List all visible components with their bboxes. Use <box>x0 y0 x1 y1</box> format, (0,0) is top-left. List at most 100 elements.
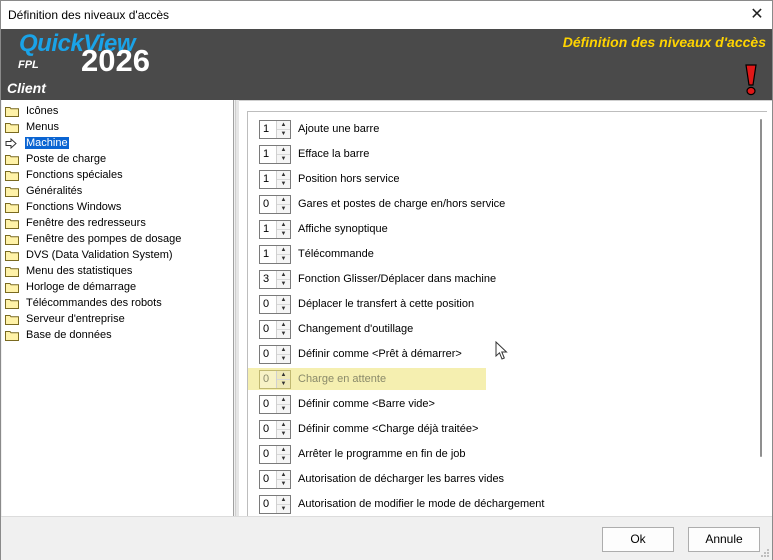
spin-up-icon[interactable]: ▲ <box>277 346 290 354</box>
resize-grip-icon[interactable] <box>760 548 770 558</box>
spinner-value[interactable]: 1 <box>260 246 276 263</box>
spinner-value[interactable]: 3 <box>260 271 276 288</box>
spin-down-icon[interactable]: ▼ <box>277 453 290 463</box>
tree-item[interactable]: Menu des statistiques <box>5 263 133 279</box>
tree-item[interactable]: Poste de charge <box>5 151 107 167</box>
tree-item[interactable]: Machine <box>5 135 69 151</box>
tree-item[interactable]: Icônes <box>5 103 59 119</box>
spinner-value[interactable]: 0 <box>260 396 276 413</box>
tree-item-label: Fenêtre des redresseurs <box>26 217 146 229</box>
cancel-button[interactable]: Annule <box>688 527 760 552</box>
spinner-value[interactable]: 0 <box>260 421 276 438</box>
level-spinner[interactable]: 1 ▲ ▼ <box>259 144 291 164</box>
level-spinner[interactable]: 0 ▲ ▼ <box>259 469 291 489</box>
level-spinner[interactable]: 0 ▲ ▼ <box>259 369 291 389</box>
level-spinner[interactable]: 0 ▲ ▼ <box>259 494 291 514</box>
level-spinner[interactable]: 1 ▲ ▼ <box>259 119 291 139</box>
level-spinner[interactable]: 0 ▲ ▼ <box>259 394 291 414</box>
spinner-value[interactable]: 1 <box>260 171 276 188</box>
level-spinner[interactable]: 1 ▲ ▼ <box>259 219 291 239</box>
tree-item[interactable]: Horloge de démarrage <box>5 279 137 295</box>
spin-up-icon[interactable]: ▲ <box>277 196 290 204</box>
level-spinner[interactable]: 0 ▲ ▼ <box>259 294 291 314</box>
spinner-value[interactable]: 0 <box>260 346 276 363</box>
spin-up-icon[interactable]: ▲ <box>277 146 290 154</box>
spin-down-icon[interactable]: ▼ <box>277 478 290 488</box>
exclamation-icon <box>745 64 757 96</box>
spin-up-icon[interactable]: ▲ <box>277 396 290 404</box>
spinner-value[interactable]: 0 <box>260 496 276 513</box>
spin-down-icon[interactable]: ▼ <box>277 303 290 313</box>
tree-item[interactable]: Fonctions Windows <box>5 199 122 215</box>
tree-item[interactable]: Serveur d'entreprise <box>5 311 126 327</box>
setting-row: 0 ▲ ▼ Définir comme <Charge déjà traitée> <box>259 418 478 440</box>
spin-down-icon[interactable]: ▼ <box>277 228 290 238</box>
spin-down-icon[interactable]: ▼ <box>277 128 290 138</box>
spin-down-icon[interactable]: ▼ <box>277 503 290 513</box>
spin-up-icon[interactable]: ▲ <box>277 271 290 279</box>
tree-item[interactable]: Base de données <box>5 327 113 343</box>
spin-down-icon[interactable]: ▼ <box>277 378 290 388</box>
spin-up-icon[interactable]: ▲ <box>277 321 290 329</box>
spin-down-icon[interactable]: ▼ <box>277 153 290 163</box>
tree-item[interactable]: Télécommandes des robots <box>5 295 163 311</box>
spin-down-icon[interactable]: ▼ <box>277 178 290 188</box>
spinner-value[interactable]: 1 <box>260 146 276 163</box>
spinner-value[interactable]: 0 <box>260 321 276 338</box>
spin-up-icon[interactable]: ▲ <box>277 496 290 504</box>
level-spinner[interactable]: 0 ▲ ▼ <box>259 194 291 214</box>
spinner-buttons: ▲ ▼ <box>276 270 290 288</box>
level-spinner[interactable]: 3 ▲ ▼ <box>259 269 291 289</box>
spinner-value[interactable]: 1 <box>260 121 276 138</box>
spinner-value[interactable]: 0 <box>260 446 276 463</box>
spinner-buttons: ▲ ▼ <box>276 245 290 263</box>
setting-label: Autorisation de modifier le mode de déch… <box>298 498 545 510</box>
tree-item[interactable]: Fonctions spéciales <box>5 167 124 183</box>
spin-up-icon[interactable]: ▲ <box>277 371 290 379</box>
setting-row: 0 ▲ ▼ Autorisation de décharger les barres … <box>259 468 504 490</box>
brand-year: 2026 <box>81 43 150 78</box>
level-spinner[interactable]: 0 ▲ ▼ <box>259 344 291 364</box>
setting-row: 1 ▲ ▼ Ajoute une barre <box>259 118 379 140</box>
spin-down-icon[interactable]: ▼ <box>277 278 290 288</box>
level-spinner[interactable]: 1 ▲ ▼ <box>259 244 291 264</box>
spin-up-icon[interactable]: ▲ <box>277 296 290 304</box>
spin-down-icon[interactable]: ▼ <box>277 403 290 413</box>
spin-up-icon[interactable]: ▲ <box>277 221 290 229</box>
spinner-value[interactable]: 0 <box>260 296 276 313</box>
spin-down-icon[interactable]: ▼ <box>277 328 290 338</box>
spin-up-icon[interactable]: ▲ <box>277 246 290 254</box>
close-icon[interactable]: ✕ <box>746 4 768 26</box>
setting-label: Changement d'outillage <box>298 323 414 335</box>
setting-row: 0 ▲ ▼ Charge en attente <box>248 368 486 390</box>
spin-up-icon[interactable]: ▲ <box>277 421 290 429</box>
setting-row: 0 ▲ ▼ Changement d'outillage <box>259 318 413 340</box>
spinner-value[interactable]: 0 <box>260 196 276 213</box>
level-spinner[interactable]: 0 ▲ ▼ <box>259 419 291 439</box>
spinner-buttons: ▲ ▼ <box>276 295 290 313</box>
tree-item[interactable]: Généralités <box>5 183 83 199</box>
spinner-value[interactable]: 1 <box>260 221 276 238</box>
spin-up-icon[interactable]: ▲ <box>277 121 290 129</box>
spin-down-icon[interactable]: ▼ <box>277 428 290 438</box>
vertical-scrollbar[interactable] <box>760 119 762 457</box>
spinner-value[interactable]: 0 <box>260 371 276 388</box>
tree-item[interactable]: DVS (Data Validation System) <box>5 247 174 263</box>
spin-up-icon[interactable]: ▲ <box>277 446 290 454</box>
level-spinner[interactable]: 0 ▲ ▼ <box>259 319 291 339</box>
spin-up-icon[interactable]: ▲ <box>277 471 290 479</box>
spinner-buttons: ▲ ▼ <box>276 170 290 188</box>
tree-item[interactable]: Menus <box>5 119 60 135</box>
setting-label: Ajoute une barre <box>298 123 380 135</box>
tree-item[interactable]: Fenêtre des pompes de dosage <box>5 231 182 247</box>
level-spinner[interactable]: 0 ▲ ▼ <box>259 444 291 464</box>
spin-down-icon[interactable]: ▼ <box>277 253 290 263</box>
spin-down-icon[interactable]: ▼ <box>277 203 290 213</box>
spin-up-icon[interactable]: ▲ <box>277 171 290 179</box>
ok-button[interactable]: Ok <box>602 527 674 552</box>
spinner-buttons: ▲ ▼ <box>276 220 290 238</box>
spinner-value[interactable]: 0 <box>260 471 276 488</box>
spin-down-icon[interactable]: ▼ <box>277 353 290 363</box>
tree-item[interactable]: Fenêtre des redresseurs <box>5 215 147 231</box>
level-spinner[interactable]: 1 ▲ ▼ <box>259 169 291 189</box>
